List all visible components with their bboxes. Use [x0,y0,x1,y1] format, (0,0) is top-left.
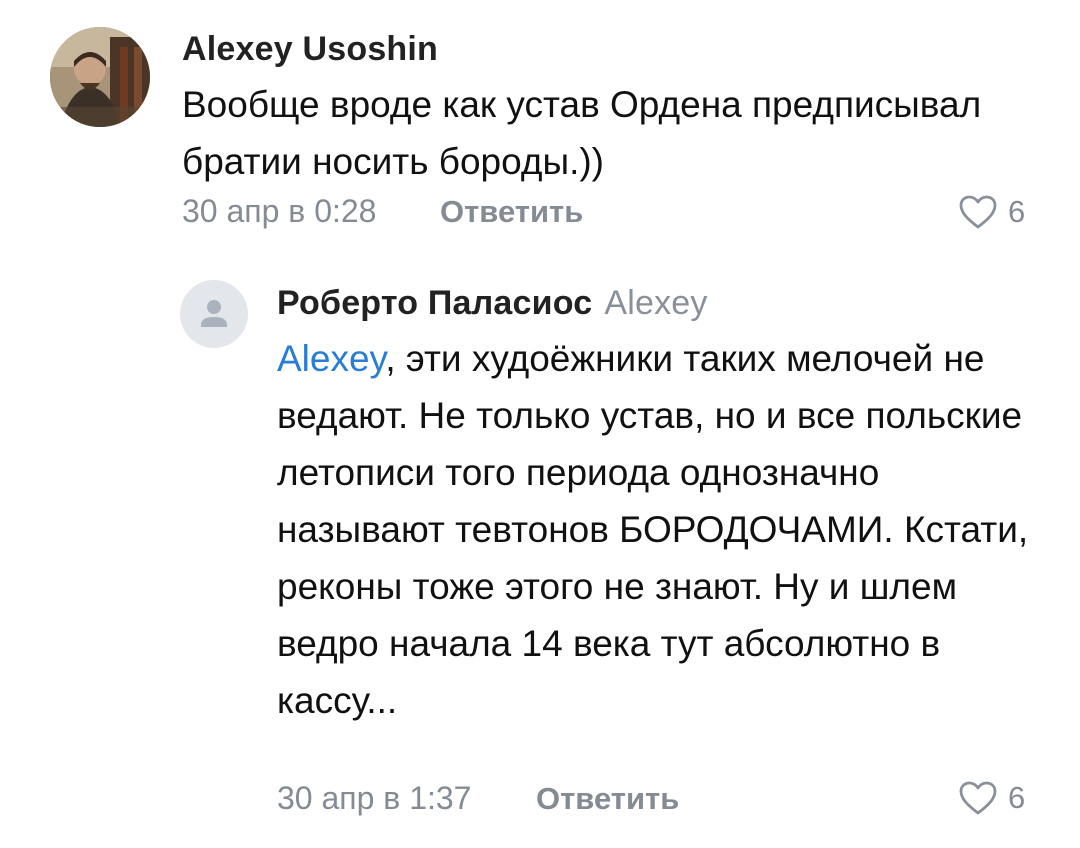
comment-author[interactable]: Роберто Паласиос Alexey [277,284,708,323]
author-name[interactable]: Роберто Паласиос [277,284,592,322]
like-count: 6 [1008,780,1026,815]
comment-date[interactable]: 30 апр в 0:28 [182,193,376,230]
comment-text: Вообще вроде как устав Ордена предписыва… [182,76,982,190]
comment-text: Alexey, эти худоёжники таких мелочей не … [277,330,1047,729]
comment-body: , эти худоёжники таких мелочей не ведают… [277,338,1029,721]
reply-button[interactable]: Ответить [440,194,583,230]
reply-to-name[interactable]: Alexey [604,284,707,322]
like-button[interactable]: 6 [958,194,1025,230]
comment-author[interactable]: Alexey Usoshin [182,30,438,69]
mention-link[interactable]: Alexey [277,338,385,379]
like-count: 6 [1008,194,1026,229]
heart-icon [959,195,997,229]
reply-comment: Роберто Паласиос Alexey Alexey, эти худоё… [0,250,1080,848]
reply-button[interactable]: Ответить [536,781,679,817]
user-photo-icon [50,27,150,127]
heart-icon [959,781,997,815]
default-user-icon [201,300,227,327]
comment: Alexey Usoshin Вообще вроде как устав Ор… [0,0,1080,250]
comment-body: Вообще вроде как устав Ордена предписыва… [182,84,982,182]
like-button[interactable]: 6 [958,780,1025,816]
avatar[interactable] [180,280,248,348]
avatar[interactable] [50,27,150,127]
comment-date[interactable]: 30 апр в 1:37 [277,780,471,817]
